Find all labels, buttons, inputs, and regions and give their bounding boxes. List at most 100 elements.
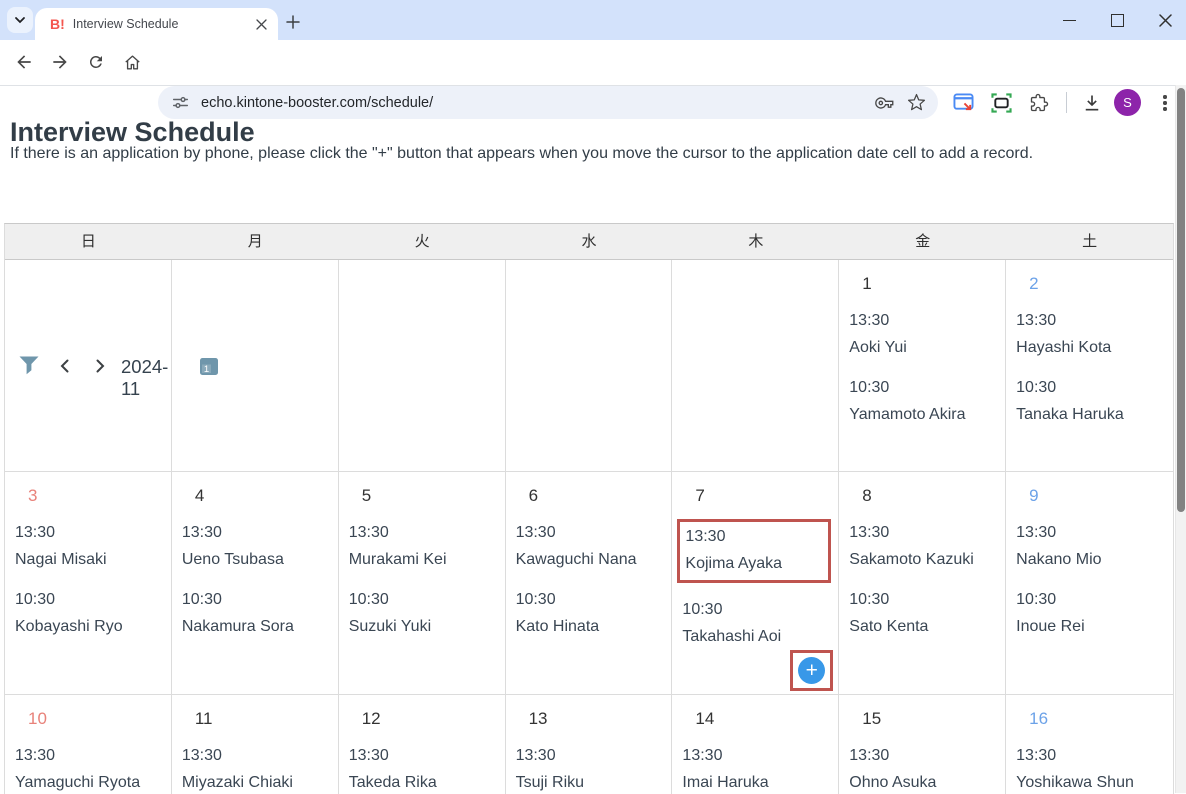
day-number: 1 <box>862 274 1005 294</box>
schedule-entry[interactable]: 10:30Sato Kenta <box>849 586 997 640</box>
calendar-cell-empty[interactable] <box>672 260 839 472</box>
day-number: 15 <box>862 709 1005 729</box>
calendar-cell-4[interactable]: 413:30Ueno Tsubasa10:30Nakamura Sora <box>172 472 339 695</box>
weekday-label-4: 木 <box>672 224 839 259</box>
schedule-entry[interactable]: 13:30Yamaguchi Ryota <box>15 742 163 794</box>
calendar-cell-16[interactable]: 1613:30Yoshikawa Shun <box>1006 695 1173 794</box>
site-info-icon[interactable] <box>172 94 189 111</box>
calendar-cell-12[interactable]: 1213:30Takeda Rika <box>339 695 506 794</box>
entry-name: Miyazaki Chiaki <box>182 769 330 794</box>
window-maximize-button[interactable] <box>1100 0 1134 40</box>
back-button[interactable] <box>13 51 35 73</box>
bookmark-button[interactable] <box>907 93 926 112</box>
calendar-cell-7[interactable]: 713:30Kojima Ayaka10:30Takahashi Aoi+ <box>672 472 839 695</box>
schedule-entry[interactable]: 13:30Nagai Misaki <box>15 519 163 573</box>
entry-name: Yamaguchi Ryota <box>15 769 163 794</box>
scrollbar-thumb[interactable] <box>1177 88 1185 512</box>
schedule-entry[interactable]: 10:30Kato Hinata <box>516 586 664 640</box>
calendar-cell-empty[interactable] <box>506 260 673 472</box>
chevron-down-icon <box>14 14 26 26</box>
entry-name: Kojima Ayaka <box>685 550 828 577</box>
calendar-cell-1[interactable]: 1 13:30Aoki Yui 10:30Yamamoto Akira <box>839 260 1006 472</box>
entry-name: Hayashi Kota <box>1016 334 1165 361</box>
schedule-entry[interactable]: 13:30Murakami Kei <box>349 519 497 573</box>
window-minimize-button[interactable] <box>1052 0 1086 40</box>
calendar-cell-empty[interactable] <box>172 260 339 472</box>
schedule-entry[interactable]: 13:30Hayashi Kota <box>1016 307 1165 361</box>
reload-button[interactable] <box>85 51 107 73</box>
schedule-entry[interactable]: 10:30Yamamoto Akira <box>849 374 997 428</box>
calendar-cell-5[interactable]: 5 13:30Murakami Kei 10:30Suzuki Yuki <box>339 472 506 695</box>
calendar-cell-11[interactable]: 11 13:30Miyazaki Chiaki <box>172 695 339 794</box>
schedule-entry[interactable]: 10:30Inoue Rei <box>1016 586 1165 640</box>
star-icon <box>907 93 926 112</box>
instructions-text: If there is an application by phone, ple… <box>10 145 1033 163</box>
entry-name: Inoue Rei <box>1016 613 1165 640</box>
day-number: 11 <box>195 709 338 729</box>
calendar-cell-3[interactable]: 3 13:30Nagai Misaki 10:30Kobayashi Ryo <box>5 472 172 695</box>
close-icon <box>1159 14 1172 27</box>
entry-time: 10:30 <box>349 586 497 613</box>
forward-button[interactable] <box>49 51 71 73</box>
extensions-menu-button[interactable] <box>1027 91 1051 115</box>
day-number: 10 <box>28 709 171 729</box>
schedule-entry[interactable]: 10:30Kobayashi Ryo <box>15 586 163 640</box>
add-record-highlight-box: + <box>790 650 833 691</box>
tab-close-button[interactable] <box>252 15 270 33</box>
calendar-cell-10[interactable]: 10 13:30Yamaguchi Ryota <box>5 695 172 794</box>
key-icon <box>875 93 895 113</box>
tab-search-button[interactable] <box>7 7 33 33</box>
schedule-entry[interactable]: 13:30Kawaguchi Nana <box>516 519 664 573</box>
calendar-cell-14[interactable]: 1413:30Imai Haruka <box>672 695 839 794</box>
home-button[interactable] <box>121 51 143 73</box>
entry-time: 13:30 <box>1016 307 1165 334</box>
window-close-button[interactable] <box>1148 0 1182 40</box>
schedule-entry[interactable]: 10:30Suzuki Yuki <box>349 586 497 640</box>
entry-time: 13:30 <box>182 519 330 546</box>
calendar-cell-6[interactable]: 613:30Kawaguchi Nana10:30Kato Hinata <box>506 472 673 695</box>
calendar-weeks: 113:30Aoki Yui10:30Yamamoto Akira213:30H… <box>5 260 1173 794</box>
screenshot-extension-icon <box>953 93 974 113</box>
schedule-entry[interactable]: 13:30Takeda Rika <box>349 742 497 794</box>
address-bar[interactable]: echo.kintone-booster.com/schedule/ <box>158 86 938 119</box>
schedule-entry[interactable]: 13:30Miyazaki Chiaki <box>182 742 330 794</box>
schedule-entry[interactable]: 10:30Tanaka Haruka <box>1016 374 1165 428</box>
schedule-entry[interactable]: 13:30Ueno Tsubasa <box>182 519 330 573</box>
password-manager-button[interactable] <box>875 93 895 113</box>
calendar-cell-empty[interactable] <box>339 260 506 472</box>
extension-screenshot-button[interactable] <box>951 91 975 115</box>
schedule-entry[interactable]: 13:30Nakano Mio <box>1016 519 1165 573</box>
schedule-entry[interactable]: 13:30Sakamoto Kazuki <box>849 519 997 573</box>
day-number: 5 <box>362 486 505 506</box>
entry-name: Imai Haruka <box>682 769 830 794</box>
calendar-cell-15[interactable]: 15 13:30Ohno Asuka <box>839 695 1006 794</box>
weekday-label-3: 水 <box>506 224 673 259</box>
calendar-cell-8[interactable]: 813:30Sakamoto Kazuki10:30Sato Kenta <box>839 472 1006 695</box>
schedule-entry-highlighted[interactable]: 13:30Kojima Ayaka <box>677 519 831 583</box>
entry-time: 13:30 <box>685 523 828 550</box>
day-number: 3 <box>28 486 171 506</box>
entry-name: Takeda Rika <box>349 769 497 794</box>
schedule-entry[interactable]: 13:30Aoki Yui <box>849 307 997 361</box>
schedule-entry[interactable]: 13:30Imai Haruka <box>682 742 830 794</box>
new-tab-button[interactable] <box>283 12 303 32</box>
calendar-cell-2[interactable]: 213:30Hayashi Kota10:30Tanaka Haruka <box>1006 260 1173 472</box>
profile-avatar[interactable]: S <box>1114 89 1141 116</box>
calendar-cell-empty[interactable] <box>5 260 172 472</box>
extension-capture-button[interactable] <box>989 91 1013 115</box>
page-scrollbar[interactable] <box>1175 85 1186 793</box>
calendar-cell-9[interactable]: 913:30Nakano Mio10:30Inoue Rei <box>1006 472 1173 695</box>
schedule-entry[interactable]: 13:30Yoshikawa Shun <box>1016 742 1165 794</box>
browser-tab[interactable]: B! Interview Schedule <box>35 8 278 40</box>
schedule-entry[interactable]: 10:30Nakamura Sora <box>182 586 330 640</box>
downloads-button[interactable] <box>1080 91 1104 115</box>
calendar-cell-13[interactable]: 1313:30Tsuji Riku <box>506 695 673 794</box>
puzzle-icon <box>1029 93 1049 113</box>
browser-menu-button[interactable] <box>1157 91 1173 115</box>
entry-name: Kawaguchi Nana <box>516 546 664 573</box>
schedule-entry[interactable]: 10:30Takahashi Aoi <box>682 596 830 650</box>
url-text[interactable]: echo.kintone-booster.com/schedule/ <box>201 95 875 111</box>
add-record-button[interactable]: + <box>798 657 825 684</box>
schedule-entry[interactable]: 13:30Tsuji Riku <box>516 742 664 794</box>
schedule-entry[interactable]: 13:30Ohno Asuka <box>849 742 997 794</box>
